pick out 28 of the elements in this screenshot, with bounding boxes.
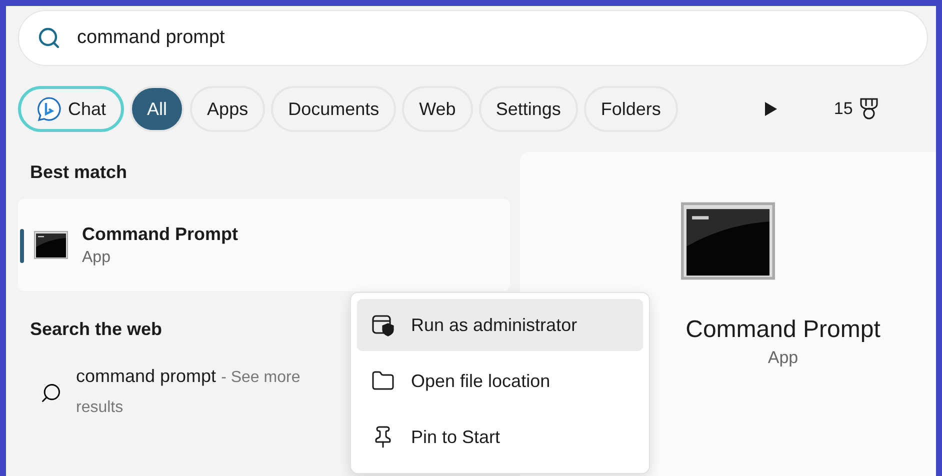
web-result[interactable]: command prompt - See more results (76, 362, 346, 422)
filter-tab[interactable]: Folders (584, 86, 678, 132)
search-icon (40, 382, 62, 404)
terminal-icon (34, 231, 68, 259)
section-heading: Best match (29, 161, 128, 184)
filter-tab[interactable]: Settings (478, 86, 578, 132)
chat-logo-icon (36, 96, 62, 122)
search-field[interactable]: command prompt (75, 26, 909, 50)
menu-item[interactable]: Run as administrator (357, 299, 643, 351)
section-heading: Search the web (29, 318, 162, 341)
filter-tab[interactable]: Documents (271, 86, 396, 132)
folder-icon (371, 369, 395, 393)
filter-tab[interactable]: Web (402, 86, 473, 132)
points-count: 15 (834, 99, 853, 119)
result-title: Command Prompt (82, 224, 238, 244)
result-card[interactable]: Command Prompt App (18, 199, 510, 291)
preview-title: Command Prompt (686, 316, 880, 344)
trophy-icon (858, 98, 879, 120)
preview-type: App (768, 348, 798, 368)
play-icon[interactable] (764, 101, 778, 117)
shield-window-icon (371, 313, 395, 337)
filter-tab[interactable]: Apps (190, 86, 266, 132)
chat-button[interactable]: Chat (18, 86, 124, 132)
filter-tab[interactable]: All (130, 86, 184, 132)
search-icon (37, 26, 61, 50)
result-type: App (82, 248, 112, 266)
terminal-icon (681, 202, 775, 280)
search-bar[interactable]: command prompt (18, 10, 928, 66)
